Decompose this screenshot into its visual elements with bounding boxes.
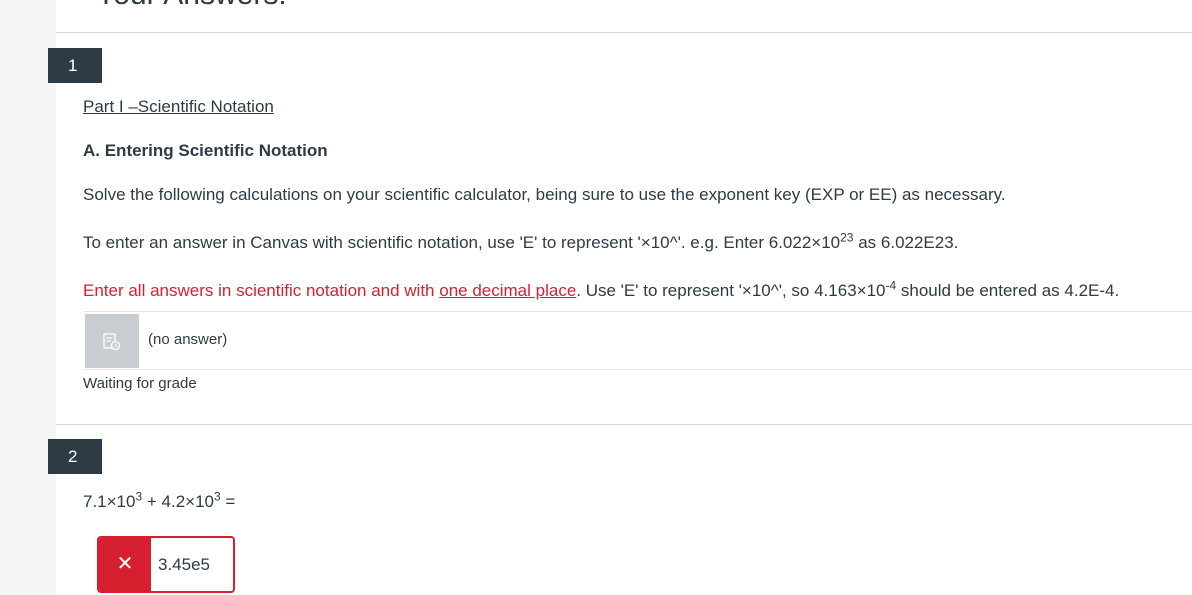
exponent: -4 xyxy=(885,278,897,293)
pending-review-icon xyxy=(103,333,121,351)
question-number-badge: 1 xyxy=(48,48,102,83)
instruction-text-part: should be entered as 4.2E-4. xyxy=(896,281,1120,300)
instruction-text: To enter an answer in Canvas with scient… xyxy=(83,230,959,253)
warning-text: Enter all answers in scientific notation… xyxy=(83,281,576,300)
instruction-text-part: To enter an answer in Canvas with scient… xyxy=(83,233,841,252)
question-number-badge: 2 xyxy=(48,439,102,474)
page-heading: Your Answers: xyxy=(96,0,287,12)
divider xyxy=(56,424,1192,425)
part-title: Part I –Scientific Notation xyxy=(83,97,274,116)
left-margin xyxy=(0,0,56,595)
answer-row: (no answer) xyxy=(83,311,1192,370)
answer-value: (no answer) xyxy=(148,331,228,348)
instruction-text: Solve the following calculations on your… xyxy=(83,185,1006,204)
emphasis-text: one decimal place xyxy=(439,281,577,300)
instruction-text-part: . Use 'E' to represent '×10^', so 4.163×… xyxy=(576,281,886,300)
quiz-results-page: Your Answers: 1 Part I –Scientific Notat… xyxy=(48,0,1192,595)
warning-text-part: Enter all answers in scientific notation… xyxy=(83,281,440,300)
exponent: 23 xyxy=(840,230,854,245)
expression-part: + 4.2×10 xyxy=(142,492,215,511)
question-expression: 7.1×103 + 4.2×103 = xyxy=(83,489,236,512)
instruction-text-part: as 6.022E23. xyxy=(853,233,959,252)
answer-value: 3.45e5 xyxy=(158,555,210,574)
expression-part: = xyxy=(220,492,236,511)
instruction-text: Enter all answers in scientific notation… xyxy=(83,278,1120,301)
divider xyxy=(56,32,1192,33)
close-icon: ✕ xyxy=(99,538,151,591)
section-title: A. Entering Scientific Notation xyxy=(83,141,328,160)
incorrect-answer-box: ✕ 3.45e5 xyxy=(97,536,235,593)
answer-status-box xyxy=(85,314,139,368)
exponent: 3 xyxy=(214,489,221,504)
grade-status: Waiting for grade xyxy=(83,375,197,392)
expression-part: 7.1×10 xyxy=(83,492,136,511)
